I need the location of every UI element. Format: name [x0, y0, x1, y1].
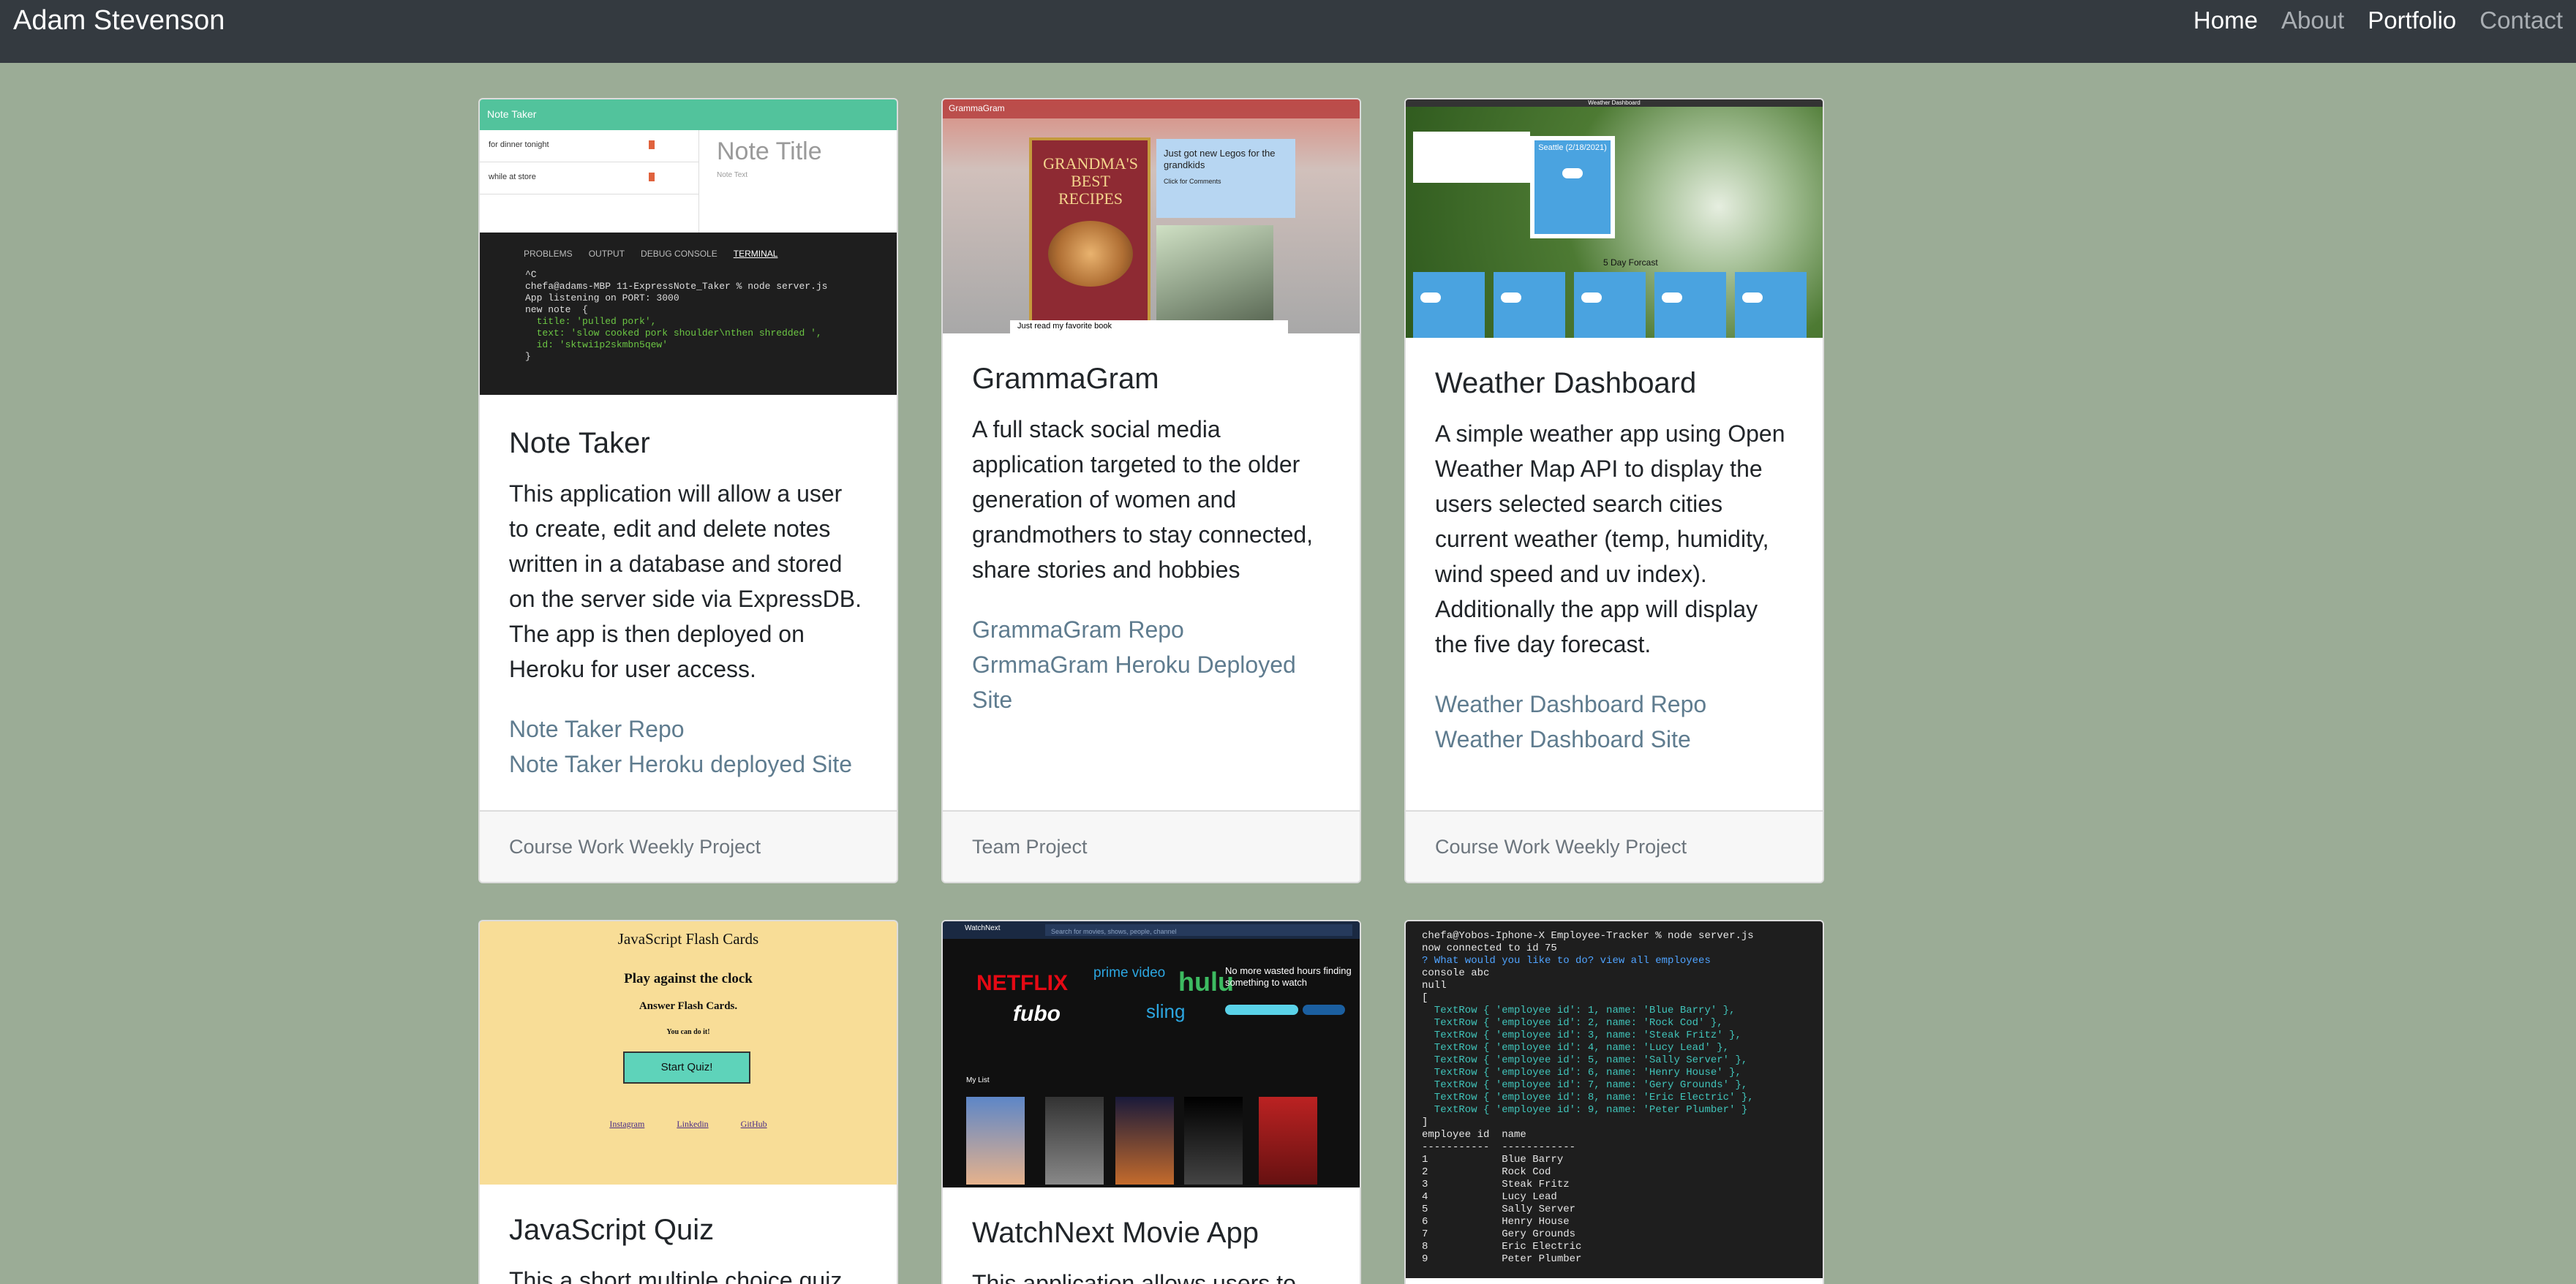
project-card-watchnext: WatchNext Search for movies, shows, peop… — [941, 920, 1361, 1284]
trash-icon — [649, 173, 655, 181]
navbar: Adam Stevenson Home About Portfolio Cont… — [0, 0, 2576, 63]
thumb-line: You can do it! — [666, 1028, 710, 1036]
thumb-start-button: Start Quiz! — [623, 1051, 750, 1084]
thumb-search-input: Search for movies, shows, people, channe… — [1045, 924, 1352, 936]
repo-link[interactable]: Note Taker Repo — [509, 711, 867, 747]
site-link[interactable]: Note Taker Heroku deployed Site — [509, 747, 867, 782]
thumb-terminal-output: ^C chefa@adams-MBP 11-ExpressNote_Taker … — [525, 269, 828, 362]
thumb-note-item: while at store — [480, 162, 698, 195]
nav-contact[interactable]: Contact — [2479, 7, 2563, 34]
thumb-forecast — [1406, 272, 1823, 338]
thumb-photo — [1156, 225, 1273, 320]
card-title: WatchNext Movie App — [972, 1217, 1259, 1249]
card-title: JavaScript Quiz — [509, 1214, 715, 1246]
trash-icon — [649, 140, 655, 149]
thumb-book-cover: GRANDMA'S BEST RECIPES — [1029, 137, 1150, 331]
thumb-post-text: Just read my favorite book — [1010, 320, 1288, 333]
thumb-terminal-output: chefa@Yobos-Iphone-X Employee-Tracker % … — [1422, 930, 1754, 1265]
card-text: This application allows users to — [972, 1270, 1296, 1284]
thumb-links: Instagram Linkedin GitHub — [609, 1119, 767, 1129]
thumb-heading: JavaScript Flash Cards — [617, 930, 759, 948]
nav-about[interactable]: About — [2281, 7, 2344, 34]
site-link[interactable]: Weather Dashboard Site — [1435, 722, 1793, 757]
card-text: This a short multiple choice quiz — [509, 1267, 843, 1284]
thumb-list-label: My List — [966, 1076, 990, 1084]
card-footer: Course Work Weekly Project — [1406, 810, 1823, 882]
thumb-note-title: Note Title — [717, 137, 822, 165]
thumb-streaming-logos: NETFLIX prime video hulu fubo sling — [976, 965, 1234, 1026]
thumb-poster — [966, 1097, 1025, 1185]
note-taker-thumbnail[interactable]: Note Taker for dinner tonight while at s… — [480, 99, 897, 398]
card-footer: Course Work Weekly Project — [480, 810, 897, 882]
card-text: A full stack social media application ta… — [972, 416, 1314, 583]
repo-link[interactable]: GrammaGram Repo — [972, 612, 1330, 647]
thumb-app-bar: Note Taker — [480, 99, 897, 130]
card-title: Weather Dashboard — [1435, 367, 1697, 399]
thumb-note-item: for dinner tonight — [480, 130, 698, 162]
watchnext-thumbnail[interactable]: WatchNext Search for movies, shows, peop… — [943, 921, 1360, 1187]
quiz-thumbnail[interactable]: JavaScript Flash Cards Play against the … — [480, 921, 897, 1185]
nav-portfolio[interactable]: Portfolio — [2368, 7, 2456, 34]
card-text: A simple weather app using Open Weather … — [1435, 420, 1785, 657]
thumb-terminal-tabs: PROBLEMS OUTPUT DEBUG CONSOLE TERMINAL — [524, 249, 778, 259]
thumb-poster — [1115, 1097, 1174, 1185]
thumb-promo: No more wasted hours finding something t… — [1225, 965, 1352, 988]
project-card-weather-dashboard: Weather Dashboard Seattle (2/18/2021) 5 … — [1404, 98, 1824, 883]
weather-thumbnail[interactable]: Weather Dashboard Seattle (2/18/2021) 5 … — [1406, 99, 1823, 338]
thumb-poster — [1259, 1097, 1317, 1185]
card-title: GrammaGram — [972, 363, 1159, 395]
thumb-terminal: PROBLEMS OUTPUT DEBUG CONSOLE TERMINAL ^… — [480, 233, 897, 395]
thumb-note-text: Note Text — [717, 171, 748, 179]
card-footer: Team Project — [943, 810, 1360, 882]
nav-home[interactable]: Home — [2193, 7, 2258, 34]
project-card-employee-tracker: chefa@Yobos-Iphone-X Employee-Tracker % … — [1404, 920, 1824, 1284]
thumb-app-bar: Weather Dashboard — [1406, 99, 1823, 107]
thumb-forecast-label: 5 Day Forcast — [1603, 257, 1658, 268]
thumb-search-panel — [1413, 132, 1530, 183]
thumb-poster — [1045, 1097, 1104, 1185]
card-text: This application will allow a user to cr… — [509, 480, 862, 682]
thumb-post-card: Just got new Legos for the grandkids Cli… — [1156, 139, 1295, 218]
grammagram-thumbnail[interactable]: GrammaGram GRANDMA'S BEST RECIPES Just g… — [943, 99, 1360, 333]
card-title: Note Taker — [509, 427, 650, 459]
project-card-note-taker: Note Taker for dinner tonight while at s… — [478, 98, 898, 883]
brand-link[interactable]: Adam Stevenson — [13, 5, 225, 37]
site-link[interactable]: GrmmaGram Heroku Deployed Site — [972, 647, 1330, 717]
employee-tracker-thumbnail[interactable]: chefa@Yobos-Iphone-X Employee-Tracker % … — [1406, 921, 1823, 1278]
repo-link[interactable]: Weather Dashboard Repo — [1435, 687, 1793, 722]
thumb-app-bar: GrammaGram — [943, 99, 1360, 118]
thumb-line: Play against the clock — [624, 971, 753, 986]
thumb-current-weather: Seattle (2/18/2021) — [1530, 136, 1615, 238]
thumb-suggest-button — [1225, 1005, 1298, 1015]
thumb-poster — [1184, 1097, 1243, 1185]
thumb-hide-button — [1303, 1005, 1345, 1015]
nav-links: Home About Portfolio Contact — [2193, 7, 2563, 34]
project-card-grammagram: GrammaGram GRANDMA'S BEST RECIPES Just g… — [941, 98, 1361, 883]
thumb-line: Answer Flash Cards. — [639, 1000, 738, 1012]
project-card-javascript-quiz: JavaScript Flash Cards Play against the … — [478, 920, 898, 1284]
